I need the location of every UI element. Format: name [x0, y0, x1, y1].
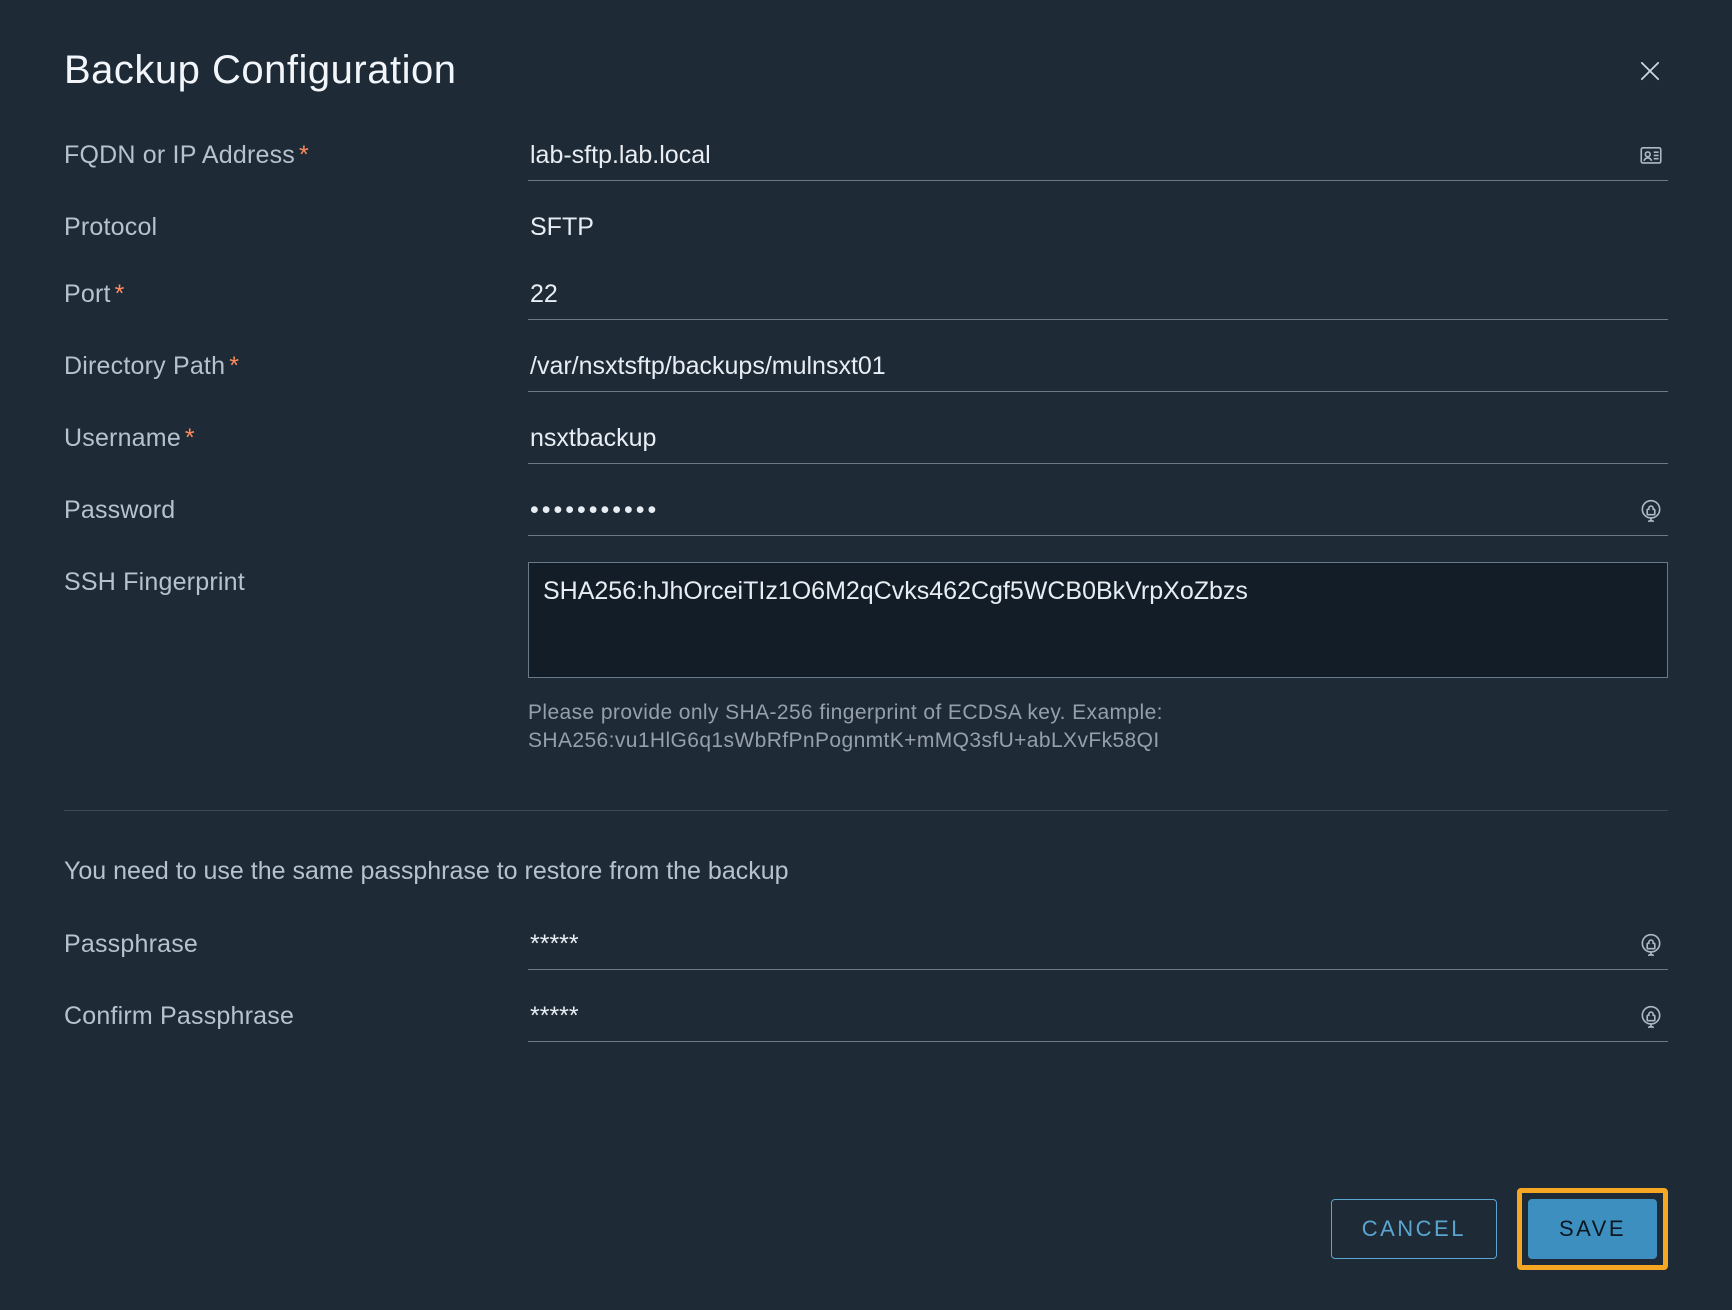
required-marker: *: [115, 280, 125, 308]
dialog-header: Backup Configuration: [64, 48, 1668, 93]
dialog-title: Backup Configuration: [64, 48, 456, 93]
confirm-passphrase-input[interactable]: [528, 996, 1668, 1042]
username-input[interactable]: [528, 418, 1668, 464]
required-marker: *: [229, 352, 239, 380]
passphrase-input[interactable]: [528, 924, 1668, 970]
helper-line-1: Please provide only SHA-256 fingerprint …: [528, 699, 1668, 727]
label-fqdn: FQDN or IP Address*: [64, 135, 504, 170]
row-confirm-passphrase: Confirm Passphrase: [64, 996, 1668, 1042]
row-port: Port*: [64, 274, 1668, 320]
save-button[interactable]: SAVE: [1528, 1199, 1657, 1259]
protocol-value: SFTP: [528, 207, 1668, 248]
close-button[interactable]: [1632, 53, 1668, 89]
port-input[interactable]: [528, 274, 1668, 320]
label-passphrase: Passphrase: [64, 924, 504, 959]
row-password: Password: [64, 490, 1668, 536]
id-card-icon[interactable]: [1638, 142, 1664, 168]
row-passphrase: Passphrase: [64, 924, 1668, 970]
label-directory-path-text: Directory Path: [64, 352, 225, 380]
ssh-fingerprint-input[interactable]: [528, 562, 1668, 678]
label-password: Password: [64, 490, 504, 525]
ssh-fingerprint-helper: Please provide only SHA-256 fingerprint …: [528, 699, 1668, 756]
fqdn-input[interactable]: [528, 135, 1668, 181]
label-protocol: Protocol: [64, 207, 504, 242]
password-reveal-icon[interactable]: [1638, 497, 1664, 523]
label-username-text: Username: [64, 424, 181, 452]
dialog-footer: CANCEL SAVE: [64, 1164, 1668, 1270]
label-confirm-passphrase: Confirm Passphrase: [64, 996, 504, 1031]
label-port: Port*: [64, 274, 504, 309]
label-username: Username*: [64, 418, 504, 453]
row-username: Username*: [64, 418, 1668, 464]
passphrase-note: You need to use the same passphrase to r…: [64, 857, 1668, 886]
required-marker: *: [185, 424, 195, 452]
close-icon: [1636, 57, 1664, 85]
row-ssh-fingerprint: SSH Fingerprint Please provide only SHA-…: [64, 562, 1668, 756]
row-directory-path: Directory Path*: [64, 346, 1668, 392]
password-input[interactable]: [528, 490, 1668, 536]
label-directory-path: Directory Path*: [64, 346, 504, 381]
form-body: FQDN or IP Address*: [64, 135, 1668, 1164]
label-ssh-fingerprint: SSH Fingerprint: [64, 562, 504, 597]
cancel-button[interactable]: CANCEL: [1331, 1199, 1497, 1259]
label-fqdn-text: FQDN or IP Address: [64, 141, 295, 169]
save-button-highlight: SAVE: [1517, 1188, 1668, 1270]
password-reveal-icon[interactable]: [1638, 931, 1664, 957]
helper-line-2: SHA256:vu1HlG6q1sWbRfPnPognmtK+mMQ3sfU+a…: [528, 727, 1668, 755]
directory-path-input[interactable]: [528, 346, 1668, 392]
row-fqdn: FQDN or IP Address*: [64, 135, 1668, 181]
row-protocol: Protocol SFTP: [64, 207, 1668, 248]
backup-configuration-dialog: Backup Configuration FQDN or IP Address*: [0, 0, 1732, 1310]
label-port-text: Port: [64, 280, 111, 308]
section-divider: [64, 810, 1668, 811]
password-reveal-icon[interactable]: [1638, 1003, 1664, 1029]
required-marker: *: [299, 141, 309, 169]
